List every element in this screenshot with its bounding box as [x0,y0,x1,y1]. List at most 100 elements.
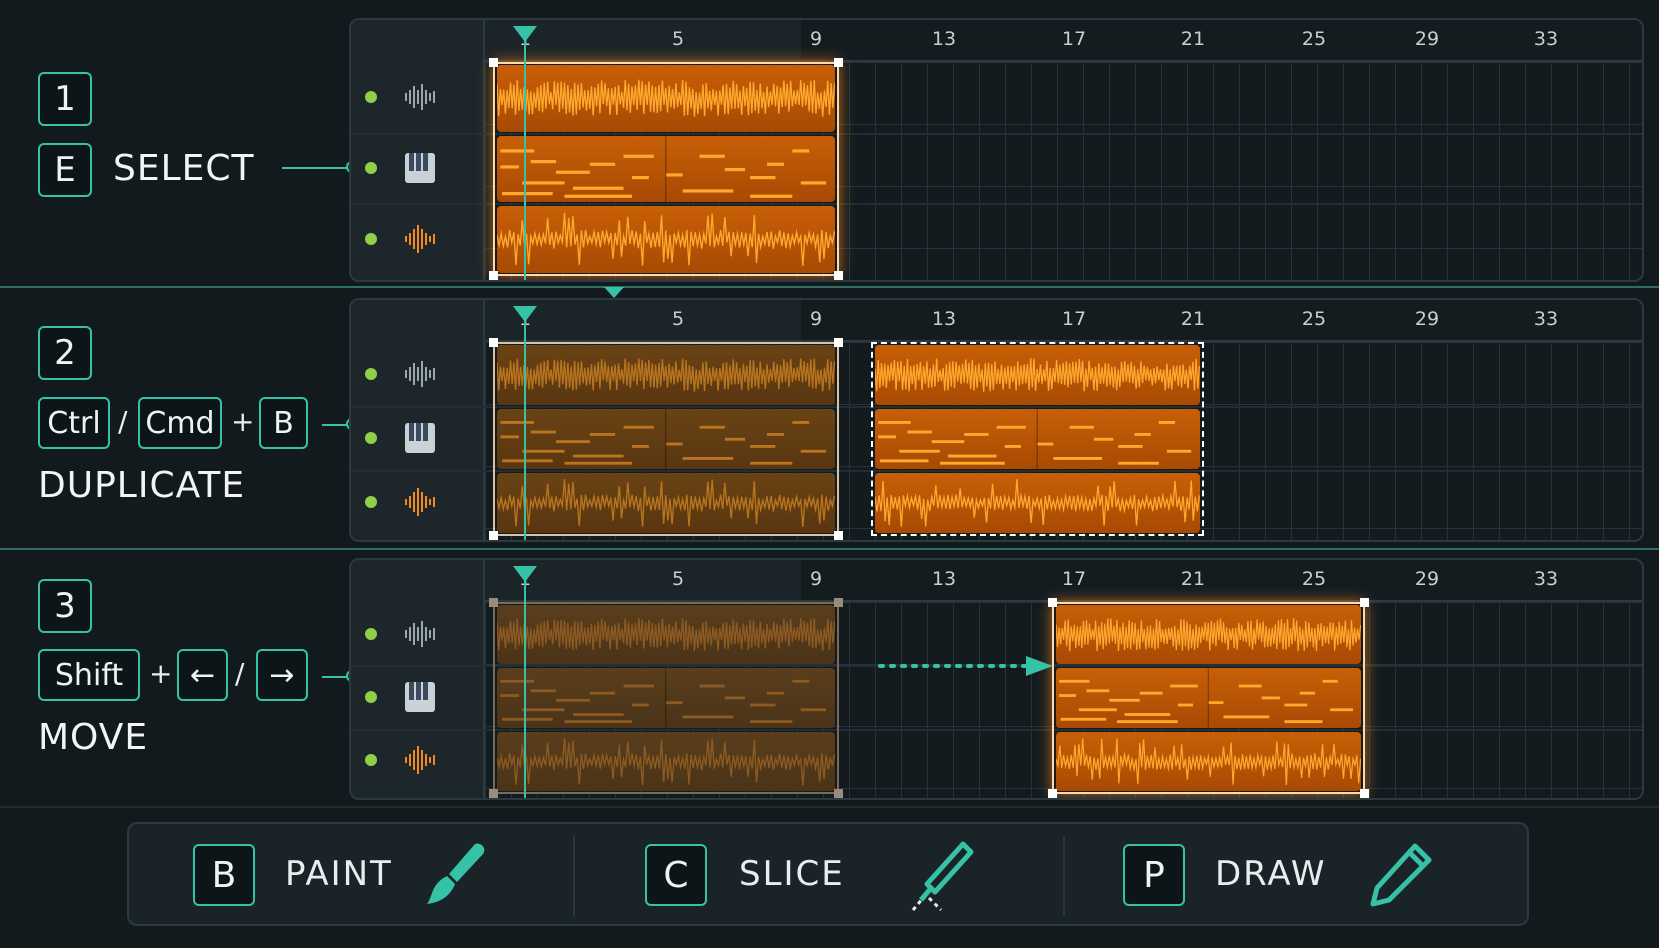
timeline-ruler[interactable]: 159131721252933 [485,560,1642,602]
selection-handle[interactable] [489,598,498,607]
tool-shortcut-bar: B PAINT C SLICE P DRAW [127,822,1529,926]
piano-keys-icon[interactable] [403,421,437,455]
piano-keys-icon[interactable] [403,680,437,714]
midi-clip[interactable] [497,409,835,469]
ruler-tick-17: 17 [1061,568,1087,590]
tool-draw[interactable]: P DRAW [1123,824,1463,924]
ruler-tick-33: 33 [1533,568,1559,590]
playhead-line[interactable] [524,30,526,280]
midi-clip[interactable] [497,135,835,203]
toolbar-separator-1 [573,836,575,916]
track-enable-toggle[interactable] [365,691,377,703]
ruler-tick-21: 21 [1180,568,1206,590]
key-arrow-left: ← [177,649,228,701]
drum-waveform-icon[interactable] [403,743,437,777]
drum-clip[interactable] [497,206,835,273]
ruler-tick-9: 9 [809,568,823,590]
key-b: B [259,397,308,449]
stage-divider-1 [0,286,1659,288]
audio-clip[interactable] [497,65,835,132]
key-shift: Shift [38,649,140,701]
key-arrow-right: → [256,649,308,701]
drum-clip[interactable] [497,731,835,791]
selection-handle[interactable] [1048,789,1058,798]
arrangement-panel-select: 159131721252933 [349,18,1644,282]
audio-waveform-icon[interactable] [403,617,437,651]
audio-waveform-icon[interactable] [403,80,437,114]
toolbar-separator-2 [1063,836,1065,916]
shortcut-key-e: E [38,143,92,197]
key-separator-slash-move: / [235,657,245,690]
audio-waveform-icon[interactable] [403,357,437,391]
selection-handle[interactable] [489,338,498,347]
selection-handle[interactable] [489,789,498,798]
piano-keys-icon[interactable] [403,151,437,185]
playhead-marker[interactable] [513,26,537,42]
ruler-tick-33: 33 [1533,28,1559,50]
selected-clip-group[interactable] [489,58,843,280]
ruler-tick-25: 25 [1301,568,1327,590]
playhead-marker[interactable] [513,566,537,582]
midi-clip[interactable] [875,409,1200,469]
ruler-tick-9: 9 [809,308,823,330]
selection-handle[interactable] [489,58,498,67]
audio-clip[interactable] [875,345,1200,405]
arrangement-panel-duplicate: 159131721252933 [349,298,1644,542]
connector-line-3 [322,676,348,678]
drum-waveform-icon[interactable] [403,485,437,519]
tool-name-slice: SLICE [739,854,845,894]
tool-key-b[interactable]: B [193,844,255,906]
timeline-ruler[interactable]: 159131721252933 [485,20,1642,62]
previous-position-ghost[interactable] [489,598,843,798]
action-label-select: SELECT [113,148,255,189]
drum-waveform-icon[interactable] [403,222,437,256]
selection-handle[interactable] [1360,789,1370,798]
pencil-icon [1370,843,1432,907]
selection-handle[interactable] [833,271,843,280]
tool-paint[interactable]: B PAINT [193,824,533,924]
step-number-2: 2 [38,326,92,380]
audio-clip[interactable] [1056,605,1362,665]
drum-clip[interactable] [497,473,835,533]
original-clip-group[interactable] [489,338,843,540]
tool-key-c[interactable]: C [645,844,707,906]
ruler-tick-17: 17 [1061,28,1087,50]
selection-handle[interactable] [833,598,843,607]
track-enable-toggle[interactable] [365,368,377,380]
duplicated-clip-group[interactable] [871,342,1204,536]
ruler-tick-17: 17 [1061,308,1087,330]
selection-handle[interactable] [489,271,498,280]
midi-clip[interactable] [497,668,835,728]
drum-clip[interactable] [875,473,1200,533]
moved-clip-group[interactable] [1048,598,1370,798]
tool-key-p[interactable]: P [1123,844,1185,906]
tool-name-paint: PAINT [285,854,393,894]
audio-clip[interactable] [497,605,835,665]
drum-clip[interactable] [1056,731,1362,791]
playhead-marker[interactable] [513,306,537,322]
midi-clip[interactable] [1056,668,1362,728]
playhead-line[interactable] [524,570,526,798]
action-label-move: MOVE [38,717,149,758]
timeline-ruler[interactable]: 159131721252933 [485,300,1642,342]
selection-handle[interactable] [1048,598,1058,607]
tool-slice[interactable]: C SLICE [645,824,985,924]
track-enable-toggle[interactable] [365,432,377,444]
ruler-tick-29: 29 [1414,568,1440,590]
selection-handle[interactable] [833,531,843,540]
selection-handle[interactable] [833,58,843,67]
selection-handle[interactable] [1360,598,1370,607]
selection-handle[interactable] [489,531,498,540]
stage-divider-2 [0,548,1659,550]
track-enable-toggle[interactable] [365,232,377,245]
selection-handle[interactable] [833,789,843,798]
ruler-tick-29: 29 [1414,28,1440,50]
track-enable-toggle[interactable] [365,496,377,508]
audio-clip[interactable] [497,345,835,405]
playhead-line[interactable] [524,310,526,540]
selection-handle[interactable] [833,338,843,347]
track-enable-toggle[interactable] [365,162,377,174]
move-direction-arrow [878,656,1053,676]
key-cmd: Cmd [138,397,222,449]
track-enable-toggle[interactable] [365,627,377,640]
